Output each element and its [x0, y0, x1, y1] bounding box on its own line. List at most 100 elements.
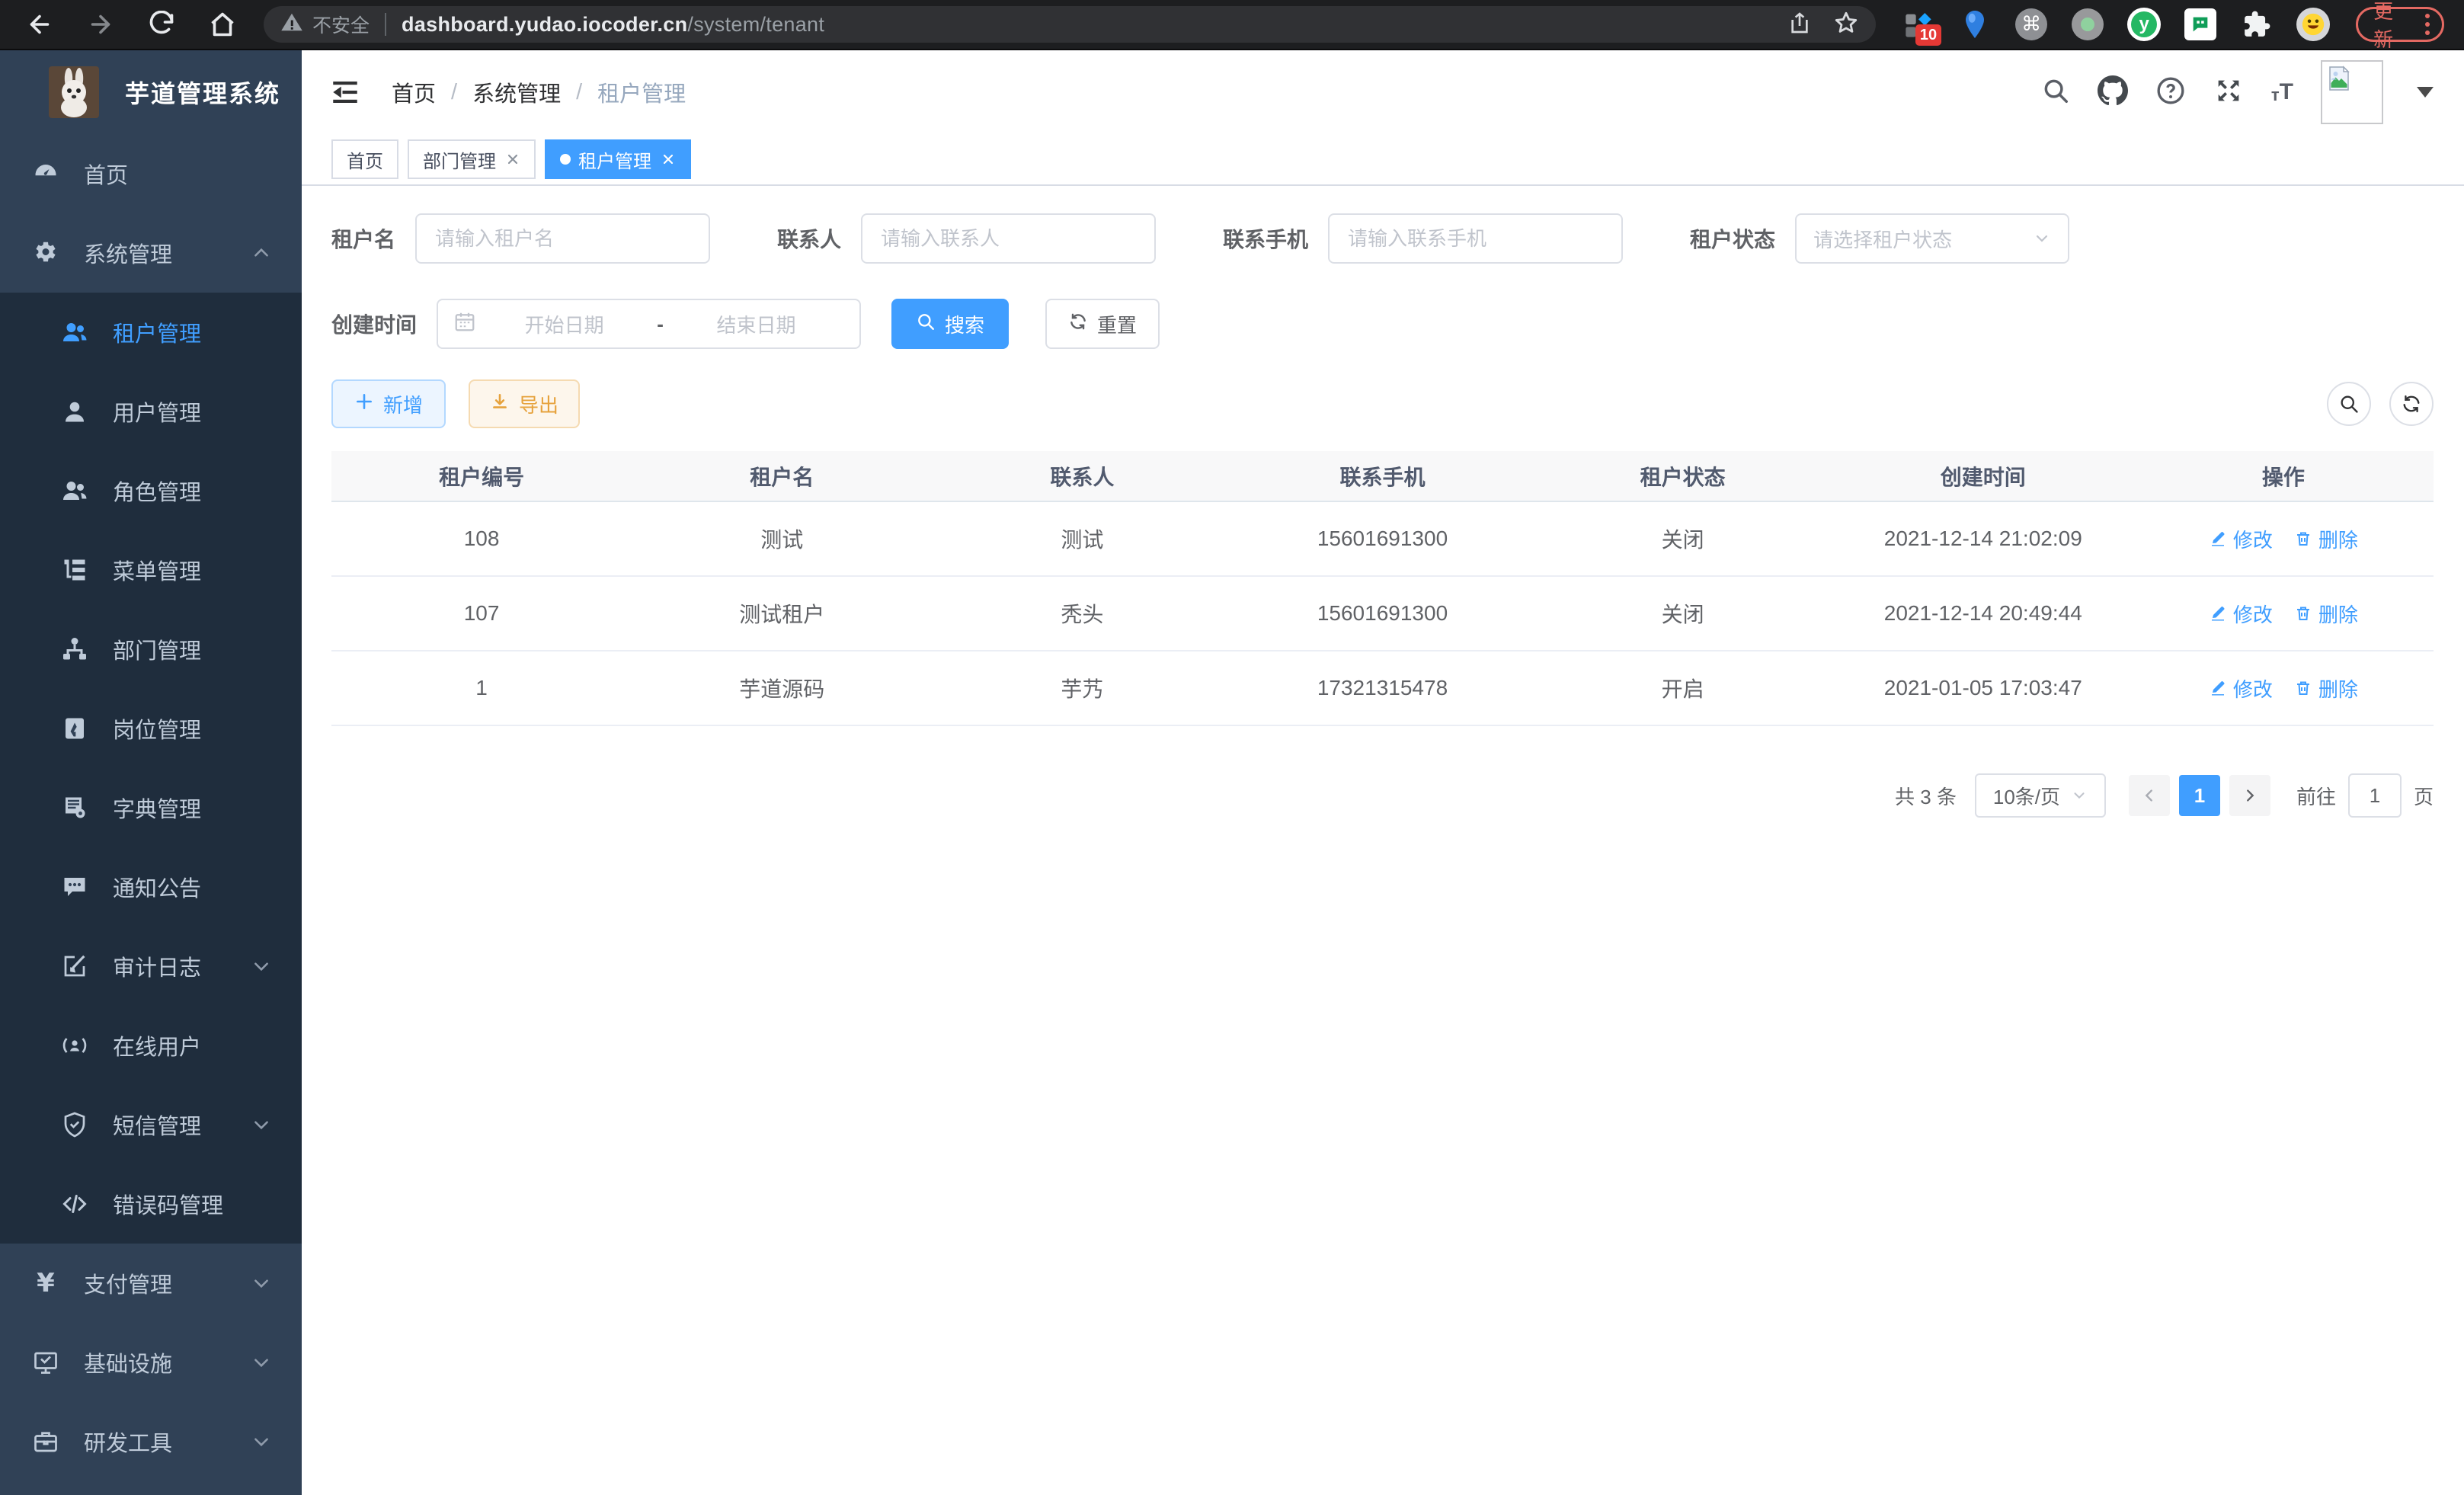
sidebar-item-online-users[interactable]: 在线用户	[0, 1006, 302, 1085]
search-button[interactable]: 搜索	[891, 299, 1009, 349]
forward-icon[interactable]	[87, 11, 114, 38]
address-bar[interactable]: 不安全 dashboard.yudao.iocoder.cn/system/te…	[264, 6, 1876, 43]
avatar-caret-icon[interactable]	[2417, 87, 2434, 98]
sidebar-item-notice[interactable]: 通知公告	[0, 847, 302, 927]
monitor-check-icon	[32, 1349, 59, 1376]
sidebar-fold-icon[interactable]	[329, 76, 361, 108]
toggle-search-button[interactable]	[2327, 382, 2371, 426]
prev-page-button[interactable]	[2129, 775, 2170, 816]
col-created: 创建时间	[1833, 451, 2133, 501]
page-size-select[interactable]: 10条/页	[1975, 773, 2106, 818]
close-icon[interactable]	[661, 152, 676, 167]
fullscreen-icon[interactable]	[2213, 75, 2244, 110]
refresh-table-button[interactable]	[2389, 382, 2434, 426]
chevron-up-icon	[251, 243, 271, 263]
add-button[interactable]: 新增	[331, 379, 446, 428]
extension-y-icon[interactable]: y	[2127, 8, 2161, 41]
tenant-name-input[interactable]	[415, 213, 710, 264]
sidebar-item-system[interactable]: 系统管理	[0, 213, 302, 293]
phone-input[interactable]	[1328, 213, 1623, 264]
next-page-button[interactable]	[2229, 775, 2270, 816]
sidebar-item-menu[interactable]: 菜单管理	[0, 530, 302, 610]
reset-button[interactable]: 重置	[1045, 299, 1160, 349]
extension-grid-icon[interactable]: 10	[1902, 8, 1935, 41]
close-icon[interactable]	[505, 152, 520, 167]
cell-created: 2021-12-14 20:49:44	[1833, 576, 2133, 651]
sidebar-item-devtools[interactable]: 研发工具	[0, 1402, 302, 1481]
browser-update-button[interactable]: 更新	[2356, 7, 2444, 42]
created-label: 创建时间	[331, 309, 417, 339]
sidebar-item-sms[interactable]: 短信管理	[0, 1085, 302, 1164]
sidebar-item-post[interactable]: 岗位管理	[0, 689, 302, 768]
cell-contact: 芋艿	[932, 651, 1232, 725]
header-search-icon[interactable]	[2041, 76, 2070, 109]
extensions-row: 10 ⌘ y	[1902, 8, 2330, 41]
sidebar-item-dict[interactable]: 字典管理	[0, 768, 302, 847]
status-select[interactable]: 请选择租户状态	[1795, 213, 2069, 264]
delete-action[interactable]: 删除	[2294, 674, 2358, 703]
bookmark-star-icon[interactable]	[1833, 10, 1859, 40]
browser-menu-icon[interactable]	[2425, 14, 2430, 35]
tag-tenant[interactable]: 租户管理	[545, 139, 691, 179]
edit-action[interactable]: 修改	[2209, 674, 2273, 703]
goto-page-input[interactable]	[2348, 773, 2402, 818]
col-contact: 联系人	[932, 451, 1232, 501]
col-status: 租户状态	[1533, 451, 1833, 501]
font-size-icon[interactable]: тT	[2271, 81, 2293, 104]
extension-emoji-icon[interactable]	[2296, 8, 2330, 41]
table-row: 108 测试 测试 15601691300 关闭 2021-12-14 21:0…	[331, 501, 2434, 576]
cell-contact: 秃头	[932, 576, 1232, 651]
cell-created: 2021-01-05 17:03:47	[1833, 651, 2133, 725]
sidebar-item-tenant[interactable]: 租户管理	[0, 293, 302, 372]
goto-label: 前往	[2296, 782, 2336, 810]
badge-icon	[61, 715, 88, 742]
sidebar-item-home[interactable]: 首页	[0, 134, 302, 213]
security-label[interactable]: 不安全	[312, 11, 370, 38]
help-icon[interactable]	[2155, 75, 2186, 110]
chevron-down-icon	[251, 956, 271, 976]
extensions-puzzle-icon[interactable]	[2240, 8, 2274, 41]
tag-home[interactable]: 首页	[331, 139, 398, 179]
contact-input[interactable]	[861, 213, 1156, 264]
cell-tenant-name: 测试租户	[632, 576, 932, 651]
app-title: 芋道管理系统	[125, 75, 280, 110]
sidebar-item-infra[interactable]: 基础设施	[0, 1323, 302, 1402]
date-range-picker[interactable]: 开始日期 - 结束日期	[437, 299, 861, 349]
delete-action[interactable]: 删除	[2294, 525, 2358, 553]
calendar-icon	[453, 310, 476, 338]
reload-icon[interactable]	[148, 11, 175, 38]
back-icon[interactable]	[26, 11, 53, 38]
github-icon[interactable]	[2098, 75, 2128, 110]
cell-phone: 17321315478	[1232, 651, 1532, 725]
delete-action[interactable]: 删除	[2294, 600, 2358, 628]
page-1-button[interactable]: 1	[2179, 775, 2220, 816]
export-button[interactable]: 导出	[469, 379, 580, 428]
start-date-placeholder: 开始日期	[476, 310, 652, 338]
extension-command-icon[interactable]: ⌘	[2014, 8, 2048, 41]
edit-action[interactable]: 修改	[2209, 600, 2273, 628]
omnibox-divider	[385, 13, 386, 36]
sidebar-item-user[interactable]: 用户管理	[0, 372, 302, 451]
extension-pin-icon[interactable]	[1958, 8, 1992, 41]
chevron-down-icon	[251, 1273, 271, 1293]
logo-rabbit-image	[49, 66, 99, 118]
url-text[interactable]: dashboard.yudao.iocoder.cn/system/tenant	[402, 13, 1775, 37]
chevron-down-icon	[2033, 229, 2051, 248]
sidebar-item-audit-log[interactable]: 审计日志	[0, 927, 302, 1006]
app-logo[interactable]: 芋道管理系统	[0, 50, 302, 134]
breadcrumb-section[interactable]: 系统管理	[472, 76, 561, 108]
extension-chat-icon[interactable]	[2184, 8, 2217, 41]
breadcrumb-home[interactable]: 首页	[392, 76, 436, 108]
extension-dot-icon[interactable]	[2071, 8, 2104, 41]
sidebar-item-errcode[interactable]: 错误码管理	[0, 1164, 302, 1244]
sidebar-item-dept[interactable]: 部门管理	[0, 610, 302, 689]
sidebar-item-role[interactable]: 角色管理	[0, 451, 302, 530]
edit-action[interactable]: 修改	[2209, 525, 2273, 553]
avatar[interactable]	[2321, 60, 2383, 124]
cell-status: 开启	[1533, 651, 1833, 725]
cell-status: 关闭	[1533, 576, 1833, 651]
home-icon[interactable]	[209, 11, 236, 38]
share-icon[interactable]	[1787, 11, 1812, 39]
tag-dept[interactable]: 部门管理	[408, 139, 536, 179]
sidebar-item-pay[interactable]: ¥ 支付管理	[0, 1244, 302, 1323]
